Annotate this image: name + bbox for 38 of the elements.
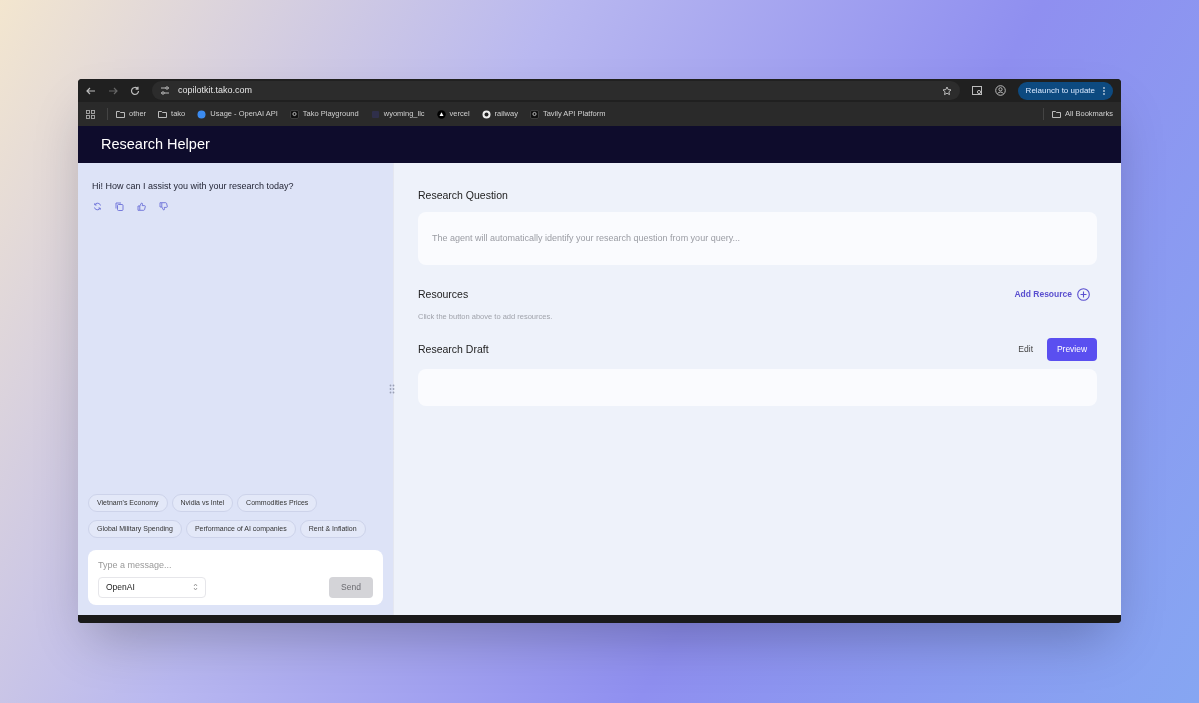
profile-icon[interactable] <box>994 85 1006 96</box>
model-select[interactable]: OpenAI <box>98 576 206 598</box>
select-arrows-icon <box>193 583 198 591</box>
ring-icon <box>481 109 491 119</box>
badge-icon <box>289 109 299 119</box>
folder-icon <box>158 109 168 119</box>
section-title: Resources <box>418 286 469 302</box>
site-settings-icon[interactable] <box>160 86 170 95</box>
add-resource-button[interactable]: Add Resource <box>1014 288 1097 301</box>
thumbs-up-icon[interactable] <box>137 201 146 211</box>
copy-icon[interactable] <box>115 201 124 211</box>
assistant-message: Hi! How can I assist you with your research today? <box>92 180 295 193</box>
circle-icon <box>197 109 207 119</box>
preview-button[interactable]: Preview <box>1047 338 1097 362</box>
star-icon[interactable] <box>941 85 952 96</box>
section-title: Research Draft <box>418 341 489 357</box>
address-bar[interactable]: copilotkit.tako.com <box>152 81 960 100</box>
folder-icon <box>1052 109 1062 119</box>
url-text: copilotkit.tako.com <box>178 83 254 97</box>
apps-grid-icon[interactable] <box>86 109 95 119</box>
reload-icon[interactable] <box>130 85 140 96</box>
badge-icon <box>529 109 539 119</box>
edit-button[interactable]: Edit <box>1018 343 1033 357</box>
drag-handle-icon[interactable] <box>389 384 395 394</box>
relaunch-button[interactable]: Relaunch to update <box>1017 81 1113 100</box>
square-icon <box>370 109 380 119</box>
plus-circle-icon <box>1077 288 1090 301</box>
placeholder-text: The agent will automatically identify your research question from your query... <box>432 231 740 245</box>
app-title: Research Helper <box>101 134 210 154</box>
tab-search-icon[interactable] <box>971 85 983 96</box>
regenerate-icon[interactable] <box>93 201 102 211</box>
forward-icon[interactable] <box>108 85 118 96</box>
folder-icon <box>116 109 125 119</box>
message-input[interactable]: Type a message... <box>98 559 373 573</box>
back-icon[interactable] <box>86 85 96 96</box>
triangle-icon <box>436 109 446 119</box>
section-title: Research Question <box>418 188 509 203</box>
thumbs-down-icon[interactable] <box>159 201 168 211</box>
